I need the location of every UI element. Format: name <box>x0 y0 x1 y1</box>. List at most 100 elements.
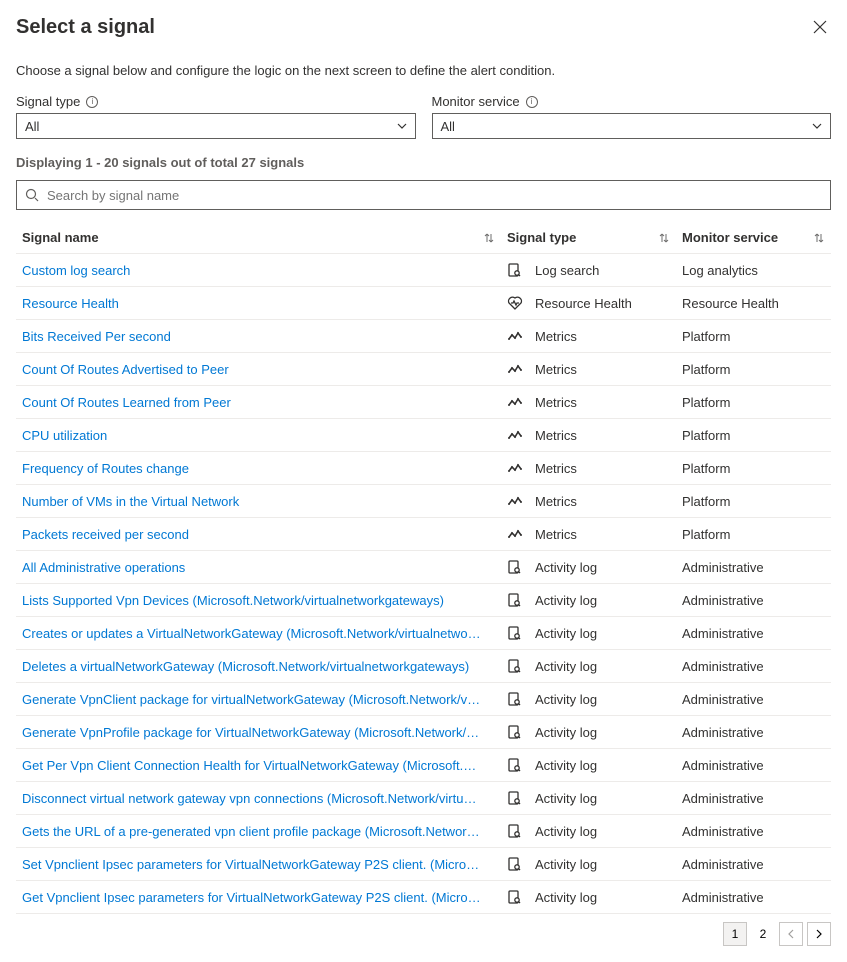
signal-name-link[interactable]: Count Of Routes Learned from Peer <box>22 395 482 410</box>
monitor-service-text: Platform <box>682 362 730 377</box>
monitor-service-text: Administrative <box>682 659 764 674</box>
log-icon <box>507 592 523 608</box>
signal-type-text: Activity log <box>535 725 597 740</box>
table-row: Generate VpnClient package for virtualNe… <box>16 683 831 716</box>
signal-type-text: Metrics <box>535 527 577 542</box>
monitor-service-text: Platform <box>682 461 730 476</box>
signal-type-select[interactable]: All <box>16 113 416 139</box>
signal-type-text: Resource Health <box>535 296 632 311</box>
column-header-name[interactable]: Signal name <box>22 230 495 245</box>
chevron-right-icon <box>814 929 824 939</box>
search-icon <box>25 188 39 202</box>
table-row: Creates or updates a VirtualNetworkGatew… <box>16 617 831 650</box>
table-row: Bits Received Per second Metrics Platfor… <box>16 320 831 353</box>
signal-name-link[interactable]: Disconnect virtual network gateway vpn c… <box>22 791 482 806</box>
table-row: Get Per Vpn Client Connection Health for… <box>16 749 831 782</box>
info-icon[interactable]: i <box>86 96 98 108</box>
signal-name-link[interactable]: Lists Supported Vpn Devices (Microsoft.N… <box>22 593 482 608</box>
signal-type-text: Metrics <box>535 329 577 344</box>
metrics-icon <box>507 427 523 443</box>
log-icon <box>507 823 523 839</box>
signal-name-link[interactable]: CPU utilization <box>22 428 482 443</box>
table-row: CPU utilization Metrics Platform <box>16 419 831 452</box>
search-input[interactable] <box>43 184 822 207</box>
signal-name-link[interactable]: Custom log search <box>22 263 482 278</box>
signal-type-text: Activity log <box>535 824 597 839</box>
signal-name-link[interactable]: Resource Health <box>22 296 482 311</box>
column-header-type[interactable]: Signal type <box>507 230 670 245</box>
prev-page-button[interactable] <box>779 922 803 946</box>
table-row: Generate VpnProfile package for VirtualN… <box>16 716 831 749</box>
sort-icon <box>658 232 670 244</box>
signal-name-link[interactable]: Set Vpnclient Ipsec parameters for Virtu… <box>22 857 482 872</box>
signal-name-link[interactable]: Bits Received Per second <box>22 329 482 344</box>
signal-type-value: All <box>25 119 39 134</box>
signal-name-link[interactable]: Generate VpnProfile package for VirtualN… <box>22 725 482 740</box>
metrics-icon <box>507 328 523 344</box>
signal-type-text: Activity log <box>535 659 597 674</box>
monitor-service-select[interactable]: All <box>432 113 832 139</box>
metrics-icon <box>507 493 523 509</box>
health-icon <box>507 295 523 311</box>
monitor-service-text: Administrative <box>682 857 764 872</box>
signal-name-link[interactable]: Get Per Vpn Client Connection Health for… <box>22 758 482 773</box>
chevron-down-icon <box>397 119 407 134</box>
monitor-service-text: Platform <box>682 329 730 344</box>
monitor-service-text: Administrative <box>682 626 764 641</box>
info-icon[interactable]: i <box>526 96 538 108</box>
chevron-left-icon <box>786 929 796 939</box>
table-row: All Administrative operations Activity l… <box>16 551 831 584</box>
close-button[interactable] <box>809 16 831 43</box>
log-icon <box>507 790 523 806</box>
table-row: Packets received per second Metrics Plat… <box>16 518 831 551</box>
table-row: Resource Health Resource Health Resource… <box>16 287 831 320</box>
signal-name-link[interactable]: Deletes a virtualNetworkGateway (Microso… <box>22 659 482 674</box>
monitor-service-text: Administrative <box>682 692 764 707</box>
signal-name-link[interactable]: Creates or updates a VirtualNetworkGatew… <box>22 626 482 641</box>
signal-name-link[interactable]: Packets received per second <box>22 527 482 542</box>
monitor-service-text: Administrative <box>682 791 764 806</box>
monitor-service-value: All <box>441 119 455 134</box>
metrics-icon <box>507 361 523 377</box>
signal-type-text: Activity log <box>535 791 597 806</box>
signal-name-link[interactable]: Number of VMs in the Virtual Network <box>22 494 482 509</box>
metrics-icon <box>507 394 523 410</box>
signal-type-text: Activity log <box>535 560 597 575</box>
log-icon <box>507 724 523 740</box>
table-row: Lists Supported Vpn Devices (Microsoft.N… <box>16 584 831 617</box>
signal-type-label: Signal type <box>16 94 80 109</box>
monitor-service-text: Administrative <box>682 725 764 740</box>
page-2-button[interactable]: 2 <box>751 922 775 946</box>
monitor-service-text: Platform <box>682 527 730 542</box>
column-header-service[interactable]: Monitor service <box>682 230 825 245</box>
table-row: Count Of Routes Advertised to Peer Metri… <box>16 353 831 386</box>
signal-name-link[interactable]: Frequency of Routes change <box>22 461 482 476</box>
monitor-service-text: Platform <box>682 428 730 443</box>
search-box[interactable] <box>16 180 831 210</box>
table-row: Count Of Routes Learned from Peer Metric… <box>16 386 831 419</box>
log-icon <box>507 757 523 773</box>
signal-name-link[interactable]: Gets the URL of a pre-generated vpn clie… <box>22 824 482 839</box>
monitor-service-text: Resource Health <box>682 296 779 311</box>
table-row: Gets the URL of a pre-generated vpn clie… <box>16 815 831 848</box>
table-row: Deletes a virtualNetworkGateway (Microso… <box>16 650 831 683</box>
pager: 1 2 <box>16 922 831 946</box>
monitor-service-text: Administrative <box>682 890 764 905</box>
page-1-button[interactable]: 1 <box>723 922 747 946</box>
close-icon <box>813 20 827 34</box>
signal-name-link[interactable]: All Administrative operations <box>22 560 482 575</box>
table-row: Number of VMs in the Virtual Network Met… <box>16 485 831 518</box>
monitor-service-text: Administrative <box>682 593 764 608</box>
signal-name-link[interactable]: Count Of Routes Advertised to Peer <box>22 362 482 377</box>
signal-name-link[interactable]: Generate VpnClient package for virtualNe… <box>22 692 482 707</box>
signal-type-text: Activity log <box>535 692 597 707</box>
log-icon <box>507 691 523 707</box>
monitor-service-text: Platform <box>682 395 730 410</box>
results-count: Displaying 1 - 20 signals out of total 2… <box>16 155 831 170</box>
signal-type-text: Activity log <box>535 890 597 905</box>
log-icon <box>507 262 523 278</box>
signal-name-link[interactable]: Get Vpnclient Ipsec parameters for Virtu… <box>22 890 482 905</box>
next-page-button[interactable] <box>807 922 831 946</box>
signal-type-text: Activity log <box>535 857 597 872</box>
table-row: Frequency of Routes change Metrics Platf… <box>16 452 831 485</box>
